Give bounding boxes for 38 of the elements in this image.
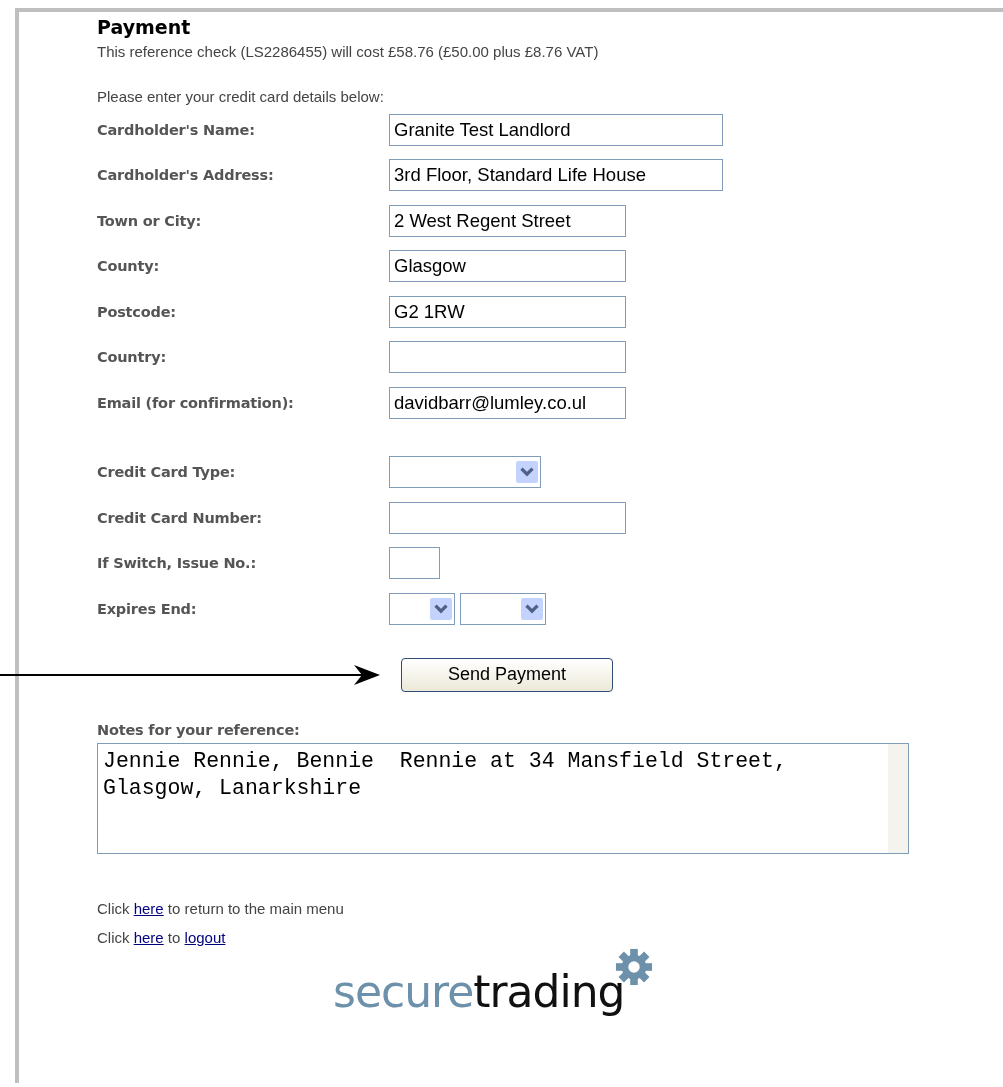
field-label: If Switch, Issue No.:: [97, 555, 258, 572]
cost-summary: This reference check (LS2286455) will cost £58.76 (£50.00 plus £8.76 VAT): [97, 43, 600, 60]
field-label: Postcode:: [97, 303, 177, 320]
caret-icon: [430, 595, 452, 622]
text-link[interactable]: here: [133, 899, 164, 917]
input-field[interactable]: [389, 501, 626, 534]
instruction-text: Please enter your credit card details below:: [97, 88, 385, 105]
input-field[interactable]: 3rd Floor, Standard Life House: [389, 159, 723, 192]
send-payment-button[interactable]: Send Payment: [401, 657, 613, 692]
navigation-text: Click here to logout: [97, 927, 227, 948]
input-field[interactable]: 2 West Regent Street: [389, 204, 626, 237]
input-field[interactable]: Granite Test Landlord: [389, 113, 723, 146]
dropdown[interactable]: [389, 592, 455, 625]
field-label: Credit Card Type:: [97, 464, 237, 481]
field-label: Expires End:: [97, 600, 198, 617]
field-label: Town or City:: [97, 212, 203, 229]
field-label: Country:: [97, 349, 167, 366]
field-label: Credit Card Number:: [97, 509, 263, 526]
text-link[interactable]: logout: [184, 928, 226, 946]
field-label: Email (for confirmation):: [97, 394, 295, 411]
field-label: County:: [97, 258, 161, 275]
field-label: Cardholder's Address:: [97, 167, 275, 184]
input-field[interactable]: [389, 547, 440, 580]
input-field[interactable]: G2 1RW: [389, 295, 626, 328]
caret-icon: [521, 595, 543, 622]
dropdown[interactable]: [389, 456, 541, 489]
input-field[interactable]: Glasgow: [389, 250, 626, 283]
navigation-text: Click here to return to the main menu: [97, 898, 345, 919]
text-link[interactable]: here: [133, 928, 164, 946]
logo: securetrading: [333, 969, 653, 1014]
notes-field[interactable]: Jennie Rennie, Bennie Rennie at 34 Mansfield Street, Glasgow, Lanarkshire: [97, 742, 909, 854]
dropdown[interactable]: [460, 592, 546, 625]
field-label: Cardholder's Name:: [97, 121, 256, 138]
page-title: Payment: [97, 15, 192, 38]
input-field[interactable]: [389, 341, 626, 374]
input-field[interactable]: davidbarr@lumley.co.ul: [389, 386, 626, 419]
notes-label: Notes for your reference:: [97, 721, 301, 738]
caret-icon: [516, 459, 538, 486]
